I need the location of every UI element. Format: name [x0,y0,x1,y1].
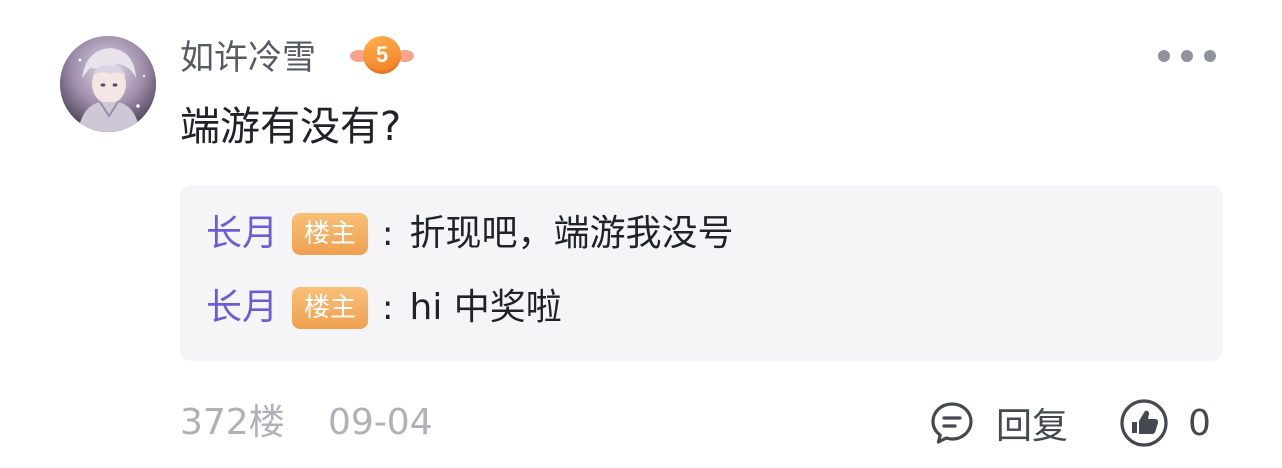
sub-reply[interactable]: 长月 楼主 : hi 中奖啦 [206,283,562,333]
user-level: 5 [363,36,401,74]
like-button[interactable]: 0 [1118,398,1211,448]
separator: : [382,214,394,254]
reply-button[interactable]: 回复 [928,398,1068,448]
like-count: 0 [1188,402,1211,444]
sub-reply[interactable]: 长月 楼主 : 折现吧，端游我没号 [206,209,734,259]
username[interactable]: 如许冷雪 [180,36,316,80]
more-dots-icon[interactable] [1158,48,1216,64]
sub-reply-author[interactable]: 长月 [206,209,278,259]
op-badge: 楼主 [292,287,369,329]
comment-content: 端游有没有? [180,104,402,150]
thumbs-up-icon [1120,399,1168,447]
post-date: 09-04 [328,402,433,443]
floor-number: 372楼 [180,402,285,443]
comment-bubble-icon [931,402,973,444]
avatar[interactable] [60,36,156,132]
reply-label[interactable]: 回复 [996,397,1068,449]
sub-replies-panel[interactable]: 长月 楼主 : 折现吧，端游我没号 长月 楼主 : hi 中奖啦 [180,185,1223,361]
op-badge: 楼主 [292,213,369,255]
level-badge-icon: 5 [350,36,414,76]
separator: : [382,288,394,328]
sub-reply-text: hi 中奖啦 [409,287,562,328]
sub-reply-author[interactable]: 长月 [206,283,278,333]
sub-reply-text: 折现吧，端游我没号 [409,213,734,254]
